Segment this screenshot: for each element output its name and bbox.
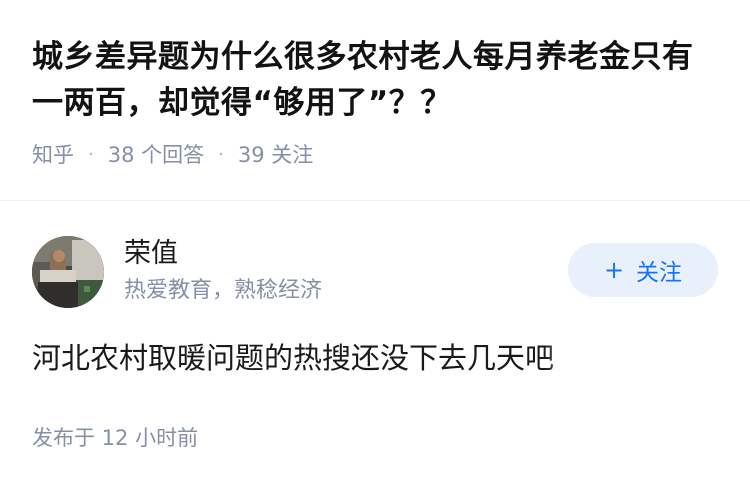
section-divider: [0, 200, 750, 201]
publish-time: 发布于 12 小时前: [32, 426, 199, 450]
answer-excerpt[interactable]: 河北农村取暖问题的热搜还没下去几天吧: [32, 338, 576, 378]
source-label[interactable]: 知乎: [32, 139, 74, 169]
text-fade-overlay: [545, 338, 585, 378]
question-header: 城乡差异题为什么很多农村老人每月养老金只有一两百，却觉得“够用了”？？ 知乎 ·…: [32, 34, 722, 168]
plus-icon: +: [603, 256, 625, 284]
follower-count[interactable]: 39 关注: [238, 139, 313, 169]
author-name[interactable]: 荣值: [124, 236, 178, 272]
question-title[interactable]: 城乡差异题为什么很多农村老人每月养老金只有一两百，却觉得“够用了”？？: [32, 34, 722, 126]
meta-separator: ·: [88, 143, 94, 165]
author-bio: 热爱教育，熟稔经济: [124, 278, 323, 303]
avatar[interactable]: [32, 236, 104, 308]
meta-separator: ·: [218, 143, 224, 165]
follow-button[interactable]: + 关注: [568, 243, 718, 297]
author-card: 荣值 热爱教育，熟稔经济 + 关注: [32, 236, 718, 308]
avatar-photo: [32, 236, 104, 308]
follow-label: 关注: [636, 260, 683, 286]
question-meta: 知乎 · 38 个回答 · 39 关注: [32, 140, 722, 168]
answer-count[interactable]: 38 个回答: [108, 139, 204, 169]
